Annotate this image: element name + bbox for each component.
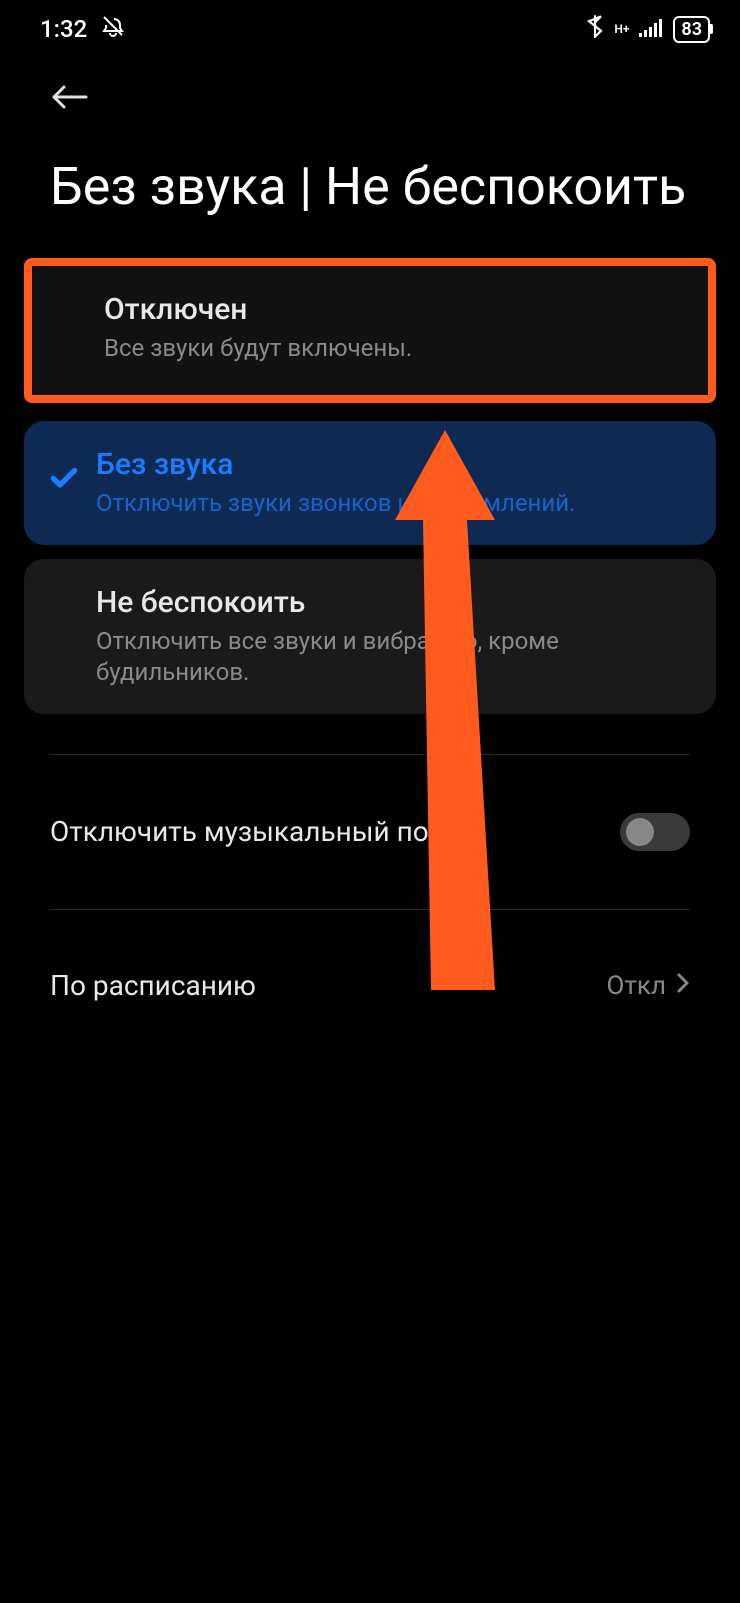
status-time: 1:32 <box>40 15 87 43</box>
mode-options: Отключен Все звуки будут включены. Без з… <box>0 258 740 714</box>
mobile-data-icon: H+ <box>614 23 629 35</box>
toggle-switch[interactable] <box>620 813 690 851</box>
mute-notification-icon <box>101 14 125 44</box>
divider <box>50 754 690 755</box>
check-icon <box>48 461 80 497</box>
option-silent[interactable]: Без звука Отключить звуки звонков и увед… <box>24 421 716 545</box>
page-title: Без звука | Не беспокоить <box>0 136 740 258</box>
battery-icon: 83 <box>673 16 710 43</box>
setting-schedule[interactable]: По расписанию Откл <box>0 950 740 1022</box>
option-desc: Отключить все звуки и вибрацию, кроме бу… <box>96 626 686 688</box>
option-disabled[interactable]: Отключен Все звуки будут включены. <box>24 258 716 402</box>
status-right: H+ 83 <box>586 14 710 44</box>
status-left: 1:32 <box>40 14 125 44</box>
option-title: Не беспокоить <box>96 585 686 620</box>
divider <box>50 909 690 910</box>
option-title: Отключен <box>104 292 678 327</box>
option-title: Без звука <box>96 447 686 482</box>
option-desc: Все звуки будут включены. <box>104 333 678 364</box>
status-bar: 1:32 H+ 83 <box>0 0 740 52</box>
back-arrow-icon[interactable] <box>50 97 90 116</box>
option-dnd[interactable]: Не беспокоить Отключить все звуки и вибр… <box>24 559 716 714</box>
bluetooth-icon <box>586 14 604 44</box>
setting-label: По расписанию <box>50 968 256 1004</box>
back-row <box>0 52 740 136</box>
battery-level: 83 <box>681 19 702 40</box>
setting-value: Откл <box>607 971 666 1001</box>
chevron-right-icon <box>676 971 690 1002</box>
option-desc: Отключить звуки звонков и уведомлений. <box>96 488 686 519</box>
signal-icon <box>639 15 663 43</box>
setting-label: Отключить музыкальный поток <box>50 814 472 850</box>
setting-mute-stream[interactable]: Отключить музыкальный поток <box>0 795 740 869</box>
setting-value-wrap: Откл <box>607 971 690 1002</box>
toggle-knob <box>626 818 654 846</box>
